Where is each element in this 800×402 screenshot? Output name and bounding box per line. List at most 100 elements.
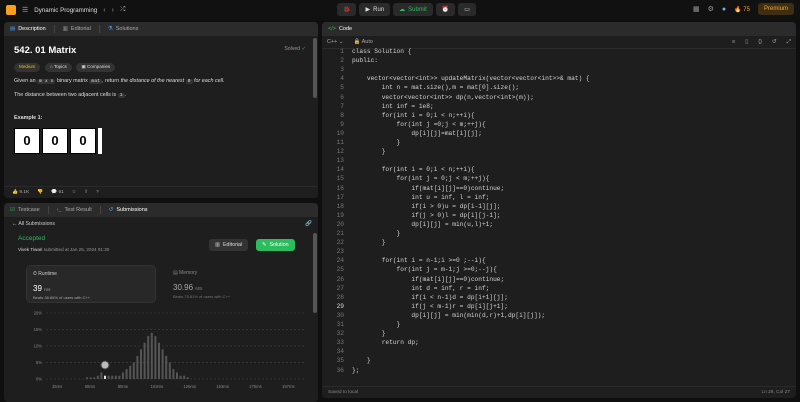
bottom-tabs: ☑ Testcase ›_ Test Result ↺ Submissions (4, 203, 318, 217)
code-line[interactable]: int u = inf, l = inf; (352, 194, 489, 201)
code-line[interactable]: } (352, 230, 401, 237)
submit-button[interactable]: ☁ Submit (393, 3, 433, 16)
tab-test-result[interactable]: ›_ Test Result (57, 207, 92, 213)
code-line[interactable]: if(j < m-1)r = dp[i][j+1]; (352, 303, 508, 310)
reset-icon[interactable]: ↺ (772, 39, 777, 45)
favorite-icon[interactable]: ☆ (72, 190, 76, 195)
code-line[interactable]: return dp; (352, 339, 419, 346)
code-line[interactable]: for(int j = 0;j < m;++j){ (352, 175, 490, 182)
line-number: 28 (336, 293, 344, 301)
companies-button[interactable]: ▣ Companies (76, 63, 116, 73)
line-number: 23 (336, 248, 344, 256)
scrollbar[interactable] (313, 38, 317, 98)
histogram-bar (89, 377, 92, 379)
histogram-bar (118, 375, 121, 379)
memory-card[interactable]: ▤ Memory 30.96 MB Beats 75.81% of users … (169, 265, 299, 303)
debug-button[interactable]: 🐞 (337, 3, 357, 16)
problem-list-title[interactable]: Dynamic Programming (34, 7, 97, 14)
autocomplete-mode[interactable]: 🔒 Auto (354, 39, 373, 45)
code-line[interactable]: int d = inf, r = inf; (352, 285, 489, 292)
logo[interactable] (6, 5, 16, 15)
settings-icon[interactable]: ⚙ (708, 5, 714, 13)
code-line[interactable]: } (352, 357, 371, 364)
code-line[interactable]: for(int j = m-1;j >=0;--j){ (352, 266, 497, 273)
code-line[interactable]: class Solution { (352, 48, 411, 55)
code-line[interactable]: dp[i][j]=mat[i][j]; (352, 130, 482, 137)
line-number: 1 (340, 48, 344, 55)
code-line[interactable]: dp[i][j] = min(min(d,r)+1,dp[i][j]); (352, 312, 545, 319)
solution-button[interactable]: ✎ Solution (256, 239, 295, 251)
tab-editorial[interactable]: ▥ Editorial (63, 26, 91, 32)
fullscreen-icon[interactable]: ⤢ (787, 39, 791, 46)
dislike-button[interactable]: 👎 (37, 190, 43, 195)
topics-button[interactable]: ⌂ Topics (44, 63, 72, 73)
histogram-bar (140, 349, 142, 379)
comments-button[interactable]: 💬 61 (51, 190, 64, 195)
user-name[interactable]: Vivek Tiwari (18, 247, 42, 252)
histogram-bar (93, 377, 96, 379)
all-submissions-link[interactable]: ← All Submissions (12, 221, 55, 227)
code-line[interactable]: if(mat[i][j]==0)continue; (352, 276, 504, 283)
prev-problem-icon[interactable]: ‹ (103, 7, 105, 14)
tab-solutions[interactable]: ⚗ Solutions (108, 26, 139, 32)
language-select[interactable]: C++ ⌄ (327, 39, 344, 45)
y-tick-label: 15% (34, 327, 43, 332)
code-line[interactable]: for(int j =0;j < m;++j){ (352, 121, 486, 128)
layout-icon[interactable]: ▦ (693, 5, 700, 13)
code-line[interactable]: for(int i = 0;i < n;++i){ (352, 166, 475, 173)
code-line[interactable]: int inf = 1e8; (352, 103, 434, 110)
premium-button[interactable]: Premium (757, 3, 794, 15)
tab-submissions[interactable]: ↺ Submissions (109, 207, 148, 213)
code-line[interactable]: if(mat[i][j]==0)continue; (352, 185, 504, 192)
pencil-icon: ✎ (262, 242, 267, 248)
code-line[interactable]: } (352, 239, 386, 246)
problem-list-icon[interactable]: ☰ (22, 6, 28, 14)
code-line[interactable]: vector<vector<int>> updateMatrix(vector<… (352, 75, 590, 82)
tab-description[interactable]: ▤ Description (10, 26, 46, 32)
code-line[interactable]: public: (352, 57, 378, 64)
code-line[interactable]: } (352, 321, 401, 328)
code-editor[interactable]: 1 class Solution {2 public: 3 4 vector<vecto… (324, 48, 794, 380)
link-icon[interactable]: 🔗 (305, 221, 312, 227)
notes-button[interactable]: ▭ (458, 3, 476, 16)
shuffle-icon[interactable]: ⤮ (120, 6, 126, 14)
code-line[interactable]: vector<vector<int>> dp(n,vector<int>(m))… (352, 94, 534, 101)
line-number: 3 (340, 66, 344, 74)
description-footer: 👍 9.1K 👎 💬 61 ☆ ⇪ ? (4, 186, 318, 198)
next-problem-icon[interactable]: › (112, 7, 114, 14)
histogram-bar (183, 375, 186, 379)
like-button[interactable]: 👍 9.1K (12, 190, 29, 195)
code-line[interactable]: } (352, 139, 401, 146)
brackets-icon[interactable]: {} (758, 39, 762, 45)
x-tick-label: 103ms (151, 384, 164, 389)
code-line[interactable]: dp[i][j] = min(u,l)+1; (352, 221, 493, 228)
line-number: 24 (336, 257, 344, 265)
tab-testcase[interactable]: ☑ Testcase (10, 207, 40, 213)
help-icon[interactable]: ? (96, 190, 99, 195)
code-line[interactable]: } (352, 330, 386, 337)
doc-icon: ▤ (10, 26, 16, 32)
bookmark-icon[interactable]: ▯ (745, 39, 748, 45)
runtime-card[interactable]: ⏱ Runtime 39 ms Beats 38.65% of users wi… (26, 265, 156, 303)
code-line[interactable]: int n = mat.size(),m = mat[0].size(); (352, 84, 519, 91)
share-icon[interactable]: ⇪ (84, 190, 88, 195)
code-line[interactable]: } (352, 148, 386, 155)
code-line[interactable]: if(i < n-1)d = dp[i+1][j]; (352, 294, 508, 301)
difficulty-badge[interactable]: Medium (14, 63, 41, 73)
code-line[interactable]: }; (352, 367, 359, 374)
avatar[interactable]: ● (722, 6, 726, 13)
code-line[interactable]: if(j > 0)l = dp[i][j-1]; (352, 212, 500, 219)
code-line[interactable]: if(i > 0)u = dp[i-1][j]; (352, 203, 500, 210)
run-button[interactable]: ▶ Run (359, 3, 391, 16)
editorial-button[interactable]: ▥ Editorial (209, 239, 249, 251)
histogram-bar (86, 377, 88, 379)
code-line[interactable]: for(int i = n-1;i >=0 ;--i){ (352, 257, 486, 264)
submissions-panel: ☑ Testcase ›_ Test Result ↺ Submissions ← A… (4, 203, 318, 402)
format-icon[interactable]: ≡ (732, 39, 735, 45)
timer-button[interactable]: ⏰ (435, 3, 456, 16)
code-line[interactable]: for(int i = 0;i < n;++i){ (352, 112, 475, 119)
histogram-bar (107, 375, 110, 379)
streak-counter[interactable]: 🔥 75 (734, 6, 750, 13)
tab-code[interactable]: </> Code (328, 26, 352, 32)
scrollbar[interactable] (313, 233, 317, 313)
